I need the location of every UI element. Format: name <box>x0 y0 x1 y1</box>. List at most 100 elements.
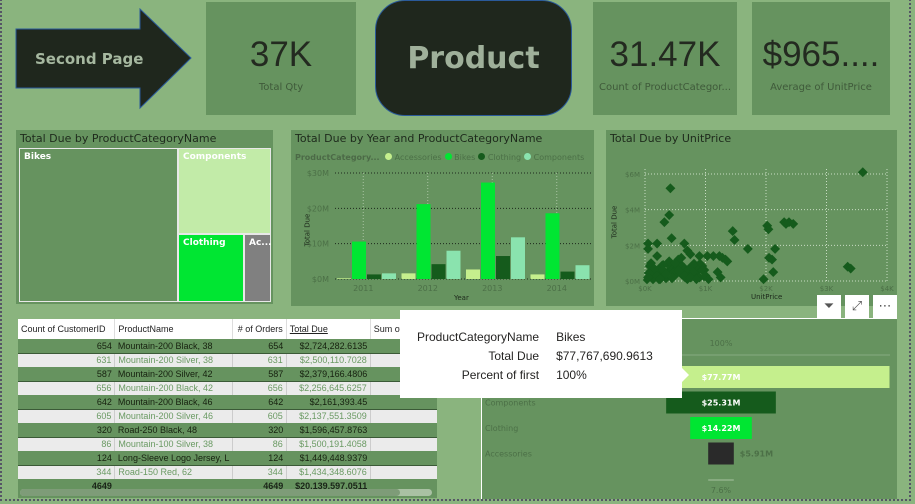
kpi-value: 37K <box>249 35 313 74</box>
funnel-category-label: Accessories <box>485 450 532 459</box>
x-tick-label: 2011 <box>353 284 373 293</box>
bar-clothing-2014 <box>560 271 575 279</box>
second-page-label: Second Page <box>35 50 144 68</box>
table-cell: 320 <box>232 423 287 438</box>
bar-chart-panel: Total Due by Year and ProductCategoryNam… <box>291 130 594 306</box>
table-row[interactable]: 656 Mountain-200 Black, 42 656 $2,256,645.6… <box>18 381 437 395</box>
table-row[interactable]: 654 Mountain-200 Black, 38 654 $2,724,282.6… <box>18 339 437 354</box>
table-cell: 642 <box>232 395 287 410</box>
table-row[interactable]: 124 Long-Sleeve Logo Jersey, L 124 $1,449,4… <box>18 451 437 466</box>
y-tick-label: $20M <box>307 204 329 213</box>
table-row[interactable]: 642 Mountain-200 Black, 46 642 $2,161,393.4… <box>18 395 437 410</box>
kpi-value: 31.47K <box>609 35 721 74</box>
treemap-title: Total Due by ProductCategoryName <box>20 132 217 145</box>
column-header[interactable]: Total Due <box>286 319 371 339</box>
table-cell: Mountain-100 Silver, 38 <box>114 437 233 451</box>
table-row[interactable]: 605 Mountain-200 Silver, 46 605 $2,137,551.… <box>18 409 437 423</box>
table-cell: 86 <box>232 437 287 451</box>
x-tick-label: $2K <box>759 285 773 293</box>
scatter-point <box>727 226 738 237</box>
kpi-count-productcategory: 31.47K Count of ProductCategor... <box>593 2 737 115</box>
table-cell: $2,500,110.7028 <box>286 353 371 367</box>
table-cell: 587 <box>232 367 287 382</box>
bar-accessories-2013 <box>466 269 480 279</box>
x-tick-label: $3K <box>820 285 834 293</box>
table-cell: $164,44 <box>370 437 437 451</box>
treemap-tile-bikes[interactable]: Bikes <box>19 148 178 302</box>
y-tick-label: $0M <box>312 275 329 284</box>
table-row[interactable]: 587 Mountain-200 Silver, 42 587 $2,379,166.… <box>18 367 437 382</box>
bar-bikes-2014 <box>545 213 560 279</box>
table-cell: 631 <box>232 353 287 367</box>
column-header[interactable]: # of Orders <box>232 319 287 339</box>
table-row[interactable]: 86 Mountain-100 Silver, 38 86 $1,500,191.40… <box>18 437 437 451</box>
table-cell: $1,449,448.9379 <box>286 451 371 466</box>
column-header[interactable]: Count of CustomerID <box>18 319 116 339</box>
funnel-data-label: $25.31M <box>702 399 741 408</box>
bar-y-axis-label: Total Due <box>303 213 312 247</box>
scatter-point <box>729 235 740 245</box>
product-table: Count of CustomerID ProductName # of Order… <box>18 319 437 493</box>
scatter-point <box>758 274 769 285</box>
treemap-tile-components[interactable]: Components <box>178 148 271 234</box>
tooltip-row: Percent of first 100% <box>414 365 656 384</box>
second-page-button[interactable]: Second Page <box>15 7 193 110</box>
y-tick-label: $4M <box>625 207 640 215</box>
funnel-category-label: Clothing <box>485 424 518 433</box>
bar-clothing-2013 <box>496 256 510 279</box>
table-cell: 86 <box>18 437 116 451</box>
focus-mode-icon[interactable]: ⤢ <box>845 295 869 318</box>
kpi-value: $965.... <box>762 35 880 74</box>
x-tick-label: $1K <box>699 285 713 293</box>
table-row[interactable]: 344Road-150 Red, 62344$1,434,348.6076$74… <box>18 465 437 479</box>
bar-bikes-2012 <box>416 204 431 279</box>
table-row[interactable]: 320Road-250 Black, 48320$1,596,457.8763$… <box>18 423 437 438</box>
scatter-panel: Total Due by UnitPrice $0M $2M $4M $6M $0K $1… <box>606 130 897 306</box>
funnel-data-label: $14.22M <box>702 424 741 433</box>
column-header[interactable]: ProductName <box>114 319 233 339</box>
bar-components-2012 <box>446 250 461 279</box>
table-cell: $1,500,191.4058 <box>286 437 371 451</box>
kpi-label: Average of UnitPrice <box>770 82 872 93</box>
x-tick-label: 2014 <box>547 284 567 293</box>
tooltip-key: Percent of first <box>461 367 540 382</box>
bar-components-2011 <box>382 273 396 279</box>
tooltip-value: Bikes <box>556 329 586 344</box>
bar-components-2014 <box>575 265 590 279</box>
table-cell: Mountain-200 Silver, 42 <box>114 367 233 382</box>
table-row[interactable]: 631 Mountain-200 Silver, 38 631 $2,500,110.… <box>18 353 437 367</box>
table-cell: 320 <box>18 423 115 438</box>
table-cell: 631 <box>18 353 116 367</box>
tooltip-value: 100% <box>556 367 587 382</box>
bar-accessories-2012 <box>401 273 416 279</box>
scatter-point <box>664 210 675 220</box>
x-tick-label: 2012 <box>418 284 438 293</box>
x-tick-label: $0K <box>638 285 652 293</box>
table-cell: 656 <box>18 381 116 395</box>
treemap-tile-accessories[interactable]: Ac... <box>244 234 272 302</box>
table-cell: $2,724,282.6135 <box>286 339 371 354</box>
bar-bikes-2011 <box>352 241 366 279</box>
table-cell: $2,137,551.3509 <box>286 409 371 423</box>
scrollbar-thumb[interactable] <box>20 489 400 496</box>
scatter-point <box>665 183 676 194</box>
kpi-label: Total Qty <box>258 82 304 93</box>
tooltip-row: Total Due $77,767,690.9613 <box>414 346 656 365</box>
filter-icon[interactable]: ⏷ <box>817 295 841 318</box>
table-cell: 605 <box>18 409 116 423</box>
kpi-label: Count of ProductCategor... <box>598 82 732 93</box>
treemap-tile-clothing[interactable]: Clothing <box>178 234 244 302</box>
product-button[interactable]: Product <box>375 0 572 116</box>
scatter-point <box>857 167 868 178</box>
horizontal-scrollbar[interactable] <box>20 489 432 496</box>
x-tick-label: $4K <box>880 285 894 293</box>
tooltip-key: Total Due <box>488 348 540 363</box>
table-cell: Road-150 Red, 62 <box>114 465 233 479</box>
table-cell: 605 <box>232 409 287 423</box>
table-cell: $2,256,645.6257 <box>286 381 371 395</box>
table-cell: 642 <box>18 395 115 410</box>
y-tick-label: $6M <box>625 171 640 179</box>
bar-bikes-2013 <box>481 182 495 279</box>
bar-clothing-2012 <box>431 264 446 279</box>
more-options-icon[interactable]: ⋯ <box>873 295 897 318</box>
